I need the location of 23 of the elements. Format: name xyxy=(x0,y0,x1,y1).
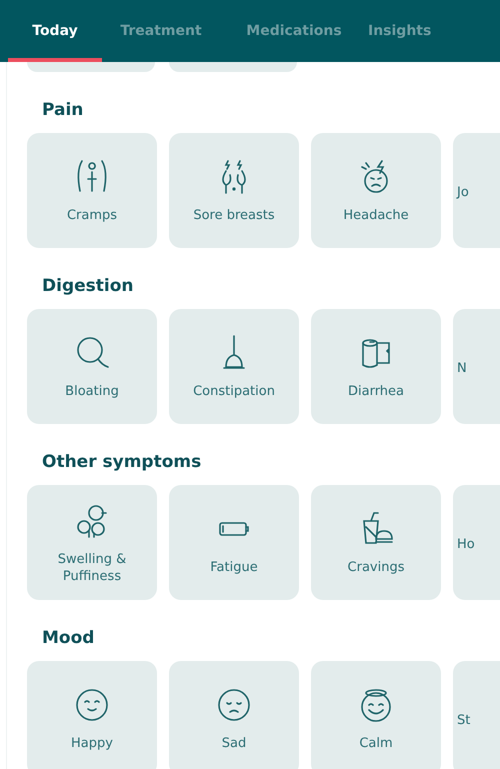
section-heading: Digestion xyxy=(42,275,134,297)
symptom-card[interactable]: Cramps xyxy=(27,133,157,248)
symptom-card[interactable]: Sad xyxy=(169,661,299,769)
tab[interactable]: Insights xyxy=(368,0,448,62)
tab[interactable]: Medications xyxy=(220,0,368,62)
symptom-card[interactable]: St xyxy=(453,661,500,769)
symptom-card[interactable]: Swelling & Puffiness xyxy=(27,485,157,600)
section-heading: Pain xyxy=(42,99,84,121)
symptom-card[interactable]: Bloating xyxy=(27,309,157,424)
symptom-card[interactable]: Ho xyxy=(453,485,500,600)
symptom-card[interactable]: Fatigue xyxy=(169,485,299,600)
symptom-card[interactable]: Constipation xyxy=(169,309,299,424)
symptom-card[interactable]: Sore breasts xyxy=(169,133,299,248)
symptom-card[interactable]: Calm xyxy=(311,661,441,769)
section-heading: Mood xyxy=(42,627,96,649)
symptom-card[interactable]: Happy xyxy=(27,661,157,769)
symptom-card[interactable]: Diarrhea xyxy=(311,309,441,424)
section-heading: Other symptoms xyxy=(42,451,202,473)
symptom-card[interactable]: Headache xyxy=(311,133,441,248)
symptom-card[interactable]: N xyxy=(453,309,500,424)
symptom-card[interactable]: Cravings xyxy=(311,485,441,600)
symptom-card[interactable]: Jo xyxy=(453,133,500,248)
tab[interactable]: Treatment xyxy=(102,0,220,62)
